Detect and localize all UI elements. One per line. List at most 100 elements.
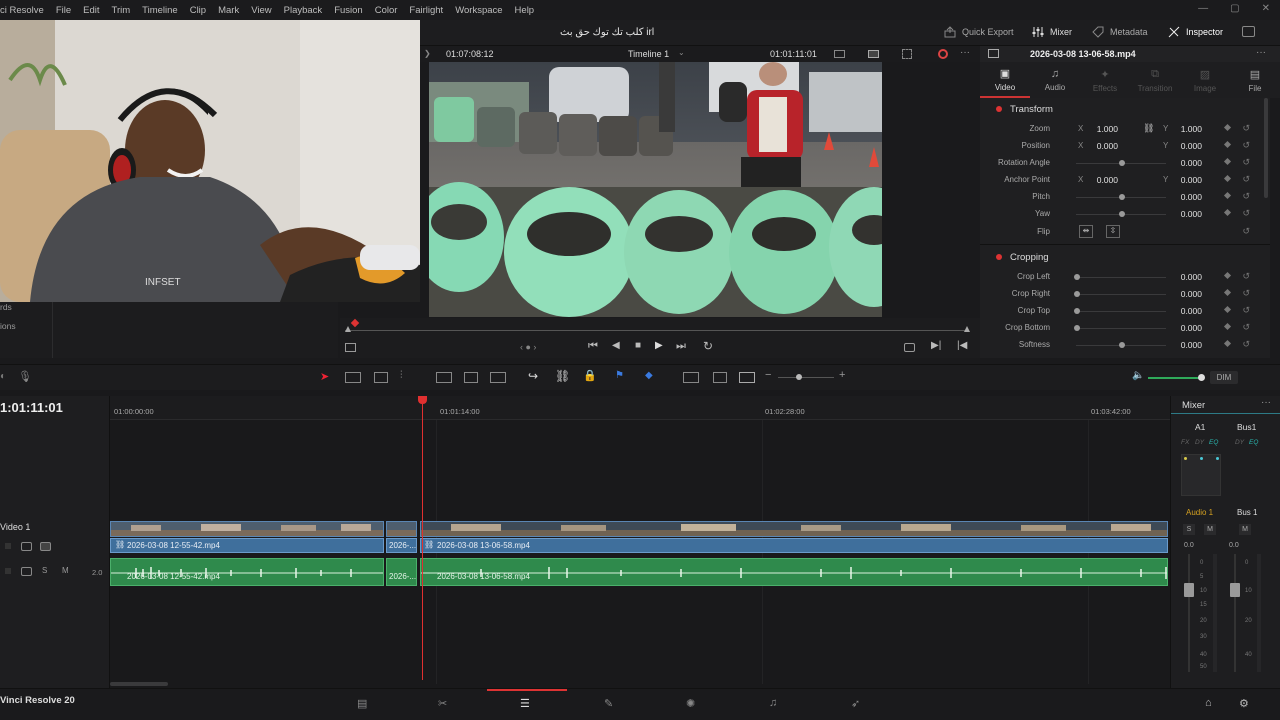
video-clip-thumbnails[interactable] [386,521,417,537]
loop-icon[interactable]: ↻ [703,339,713,353]
menu-help[interactable]: Help [515,5,535,16]
panel-item-records[interactable]: rds [0,302,12,312]
audio-track-lock-icon[interactable] [5,568,11,574]
play-icon[interactable]: ▶ [655,340,663,351]
menu-fairlight[interactable]: Fairlight [409,5,443,16]
fader-track[interactable] [1188,554,1190,672]
menu-timeline[interactable]: Timeline [142,5,178,16]
anchor-x-field[interactable]: 0.000 [1084,175,1118,185]
keyframe-icon[interactable] [1223,288,1232,297]
timeline-ruler[interactable]: 01:00:00:00 01:01:14:00 01:02:28:00 01:0… [110,396,1170,420]
viewer-mode-icon[interactable] [834,50,845,58]
track-lock-icon[interactable] [5,543,11,549]
maximize-icon[interactable]: ▢ [1230,3,1239,14]
timeline-selector[interactable]: Timeline 1 [628,49,669,59]
yaw-field[interactable]: 0.000 [1168,209,1202,219]
quick-export-button[interactable]: Quick Export [944,26,1014,38]
reset-icon[interactable]: ↺ [1242,140,1250,151]
bus-dy-button[interactable]: DY [1235,439,1244,446]
reset-icon[interactable]: ↺ [1242,123,1250,134]
chevron-left-icon[interactable]: ❯ [424,49,431,58]
keyframe-icon[interactable] [1223,271,1232,280]
crop-left-knob[interactable] [1074,274,1080,280]
reset-icon[interactable]: ↺ [1242,226,1250,237]
link-icon[interactable]: ⛓ [1143,123,1154,134]
app-menu[interactable]: ci Resolve [0,5,44,16]
snapping-icon[interactable]: ↪ [528,369,538,383]
detail-zoom-icon[interactable] [713,372,727,383]
rotation-slider-knob[interactable] [1119,160,1125,166]
cropping-enable-icon[interactable] [996,254,1002,260]
timeline-scrollbar[interactable] [110,682,168,686]
menu-edit[interactable]: Edit [83,5,99,16]
cropping-section-header[interactable]: Cropping [980,247,1270,267]
keyframe-icon[interactable] [1223,208,1232,217]
video-clip[interactable]: 2026-... [386,538,417,553]
jog-icon[interactable]: ‹ ● › [520,342,536,352]
zoom-out-icon[interactable]: − [765,369,771,381]
replace-clip-icon[interactable] [490,372,506,383]
crop-left-field[interactable]: 0.000 [1168,272,1202,282]
menu-playback[interactable]: Playback [284,5,323,16]
position-y-field[interactable]: 0.000 [1168,141,1202,151]
keyframe-icon[interactable] [1223,305,1232,314]
keyframe-icon[interactable] [1223,322,1232,331]
flip-vertical-icon[interactable]: ⇳ [1106,225,1120,238]
menu-fusion[interactable]: Fusion [334,5,363,16]
mixer-button[interactable]: Mixer [1032,26,1072,38]
position-x-field[interactable]: 0.000 [1084,141,1118,151]
zoom-slider[interactable] [778,377,834,378]
video-track-display-icon[interactable] [40,542,51,551]
stop-icon[interactable]: ■ [635,340,641,351]
crop-top-field[interactable]: 0.000 [1168,306,1202,316]
reset-icon[interactable]: ↺ [1242,305,1250,316]
transform-enable-icon[interactable] [996,106,1002,112]
bus-fader[interactable] [1230,583,1240,597]
go-to-start-icon[interactable]: ⏮ [588,340,598,353]
audio-clip[interactable]: 2026-... [386,558,417,586]
timeline-playhead[interactable] [422,396,423,680]
zoom-slider-knob[interactable] [796,374,802,380]
more-options-icon[interactable]: ··· [960,47,970,58]
crop-bottom-field[interactable]: 0.000 [1168,323,1202,333]
close-icon[interactable]: ✕ [1262,3,1270,14]
color-page-icon[interactable]: ✺ [686,697,695,710]
speaker-icon[interactable]: 🔈 [1132,370,1144,381]
tab-transition[interactable]: ⧉ Transition [1130,62,1180,98]
reset-icon[interactable]: ↺ [1242,322,1250,333]
keyframe-icon[interactable] [1223,157,1232,166]
reset-icon[interactable]: ↺ [1242,174,1250,185]
crop-top-knob[interactable] [1074,308,1080,314]
playhead-handle-icon[interactable] [418,396,427,404]
volume-slider[interactable] [1148,377,1200,379]
bus-mute-button[interactable]: M [1239,524,1251,535]
anchor-y-field[interactable]: 0.000 [1168,175,1202,185]
play-reverse-icon[interactable]: ◀ [612,340,620,351]
tab-file[interactable]: ▤ File [1230,62,1280,98]
playhead-marker-icon[interactable] [350,318,360,328]
yaw-slider-knob[interactable] [1119,211,1125,217]
audio-clip[interactable]: 2026-03-08 12-55-42.mp4 [110,558,384,586]
pitch-slider-knob[interactable] [1119,194,1125,200]
channel-solo-button[interactable]: S [1183,524,1195,535]
media-page-icon[interactable]: ▤ [357,697,367,710]
transform-section-header[interactable]: Transform [980,99,1270,119]
crop-right-knob[interactable] [1074,291,1080,297]
inspector-options-icon[interactable]: ··· [1256,47,1266,58]
marker-icon[interactable]: ◆ [645,370,653,381]
reset-icon[interactable]: ↺ [1242,288,1250,299]
trim-tool-icon[interactable] [345,372,361,383]
microphone-icon[interactable]: 🎙 [18,370,32,383]
zoom-in-icon[interactable]: + [839,369,845,381]
fx-button[interactable]: FX [1181,439,1189,446]
home-icon[interactable]: ⌂ [1205,697,1212,709]
edit-page-icon[interactable]: ☰ [520,697,530,710]
mixer-options-icon[interactable]: ··· [1261,397,1271,408]
panel-item-transitions[interactable]: ions [0,321,16,331]
menu-view[interactable]: View [251,5,271,16]
inspector-button[interactable]: Inspector [1168,26,1223,38]
prev-edit-icon[interactable]: |◀ [957,340,967,351]
reset-icon[interactable]: ↺ [1242,271,1250,282]
tab-audio[interactable]: ♫ Audio [1030,62,1080,98]
deliver-page-icon[interactable]: ➶ [851,697,860,710]
